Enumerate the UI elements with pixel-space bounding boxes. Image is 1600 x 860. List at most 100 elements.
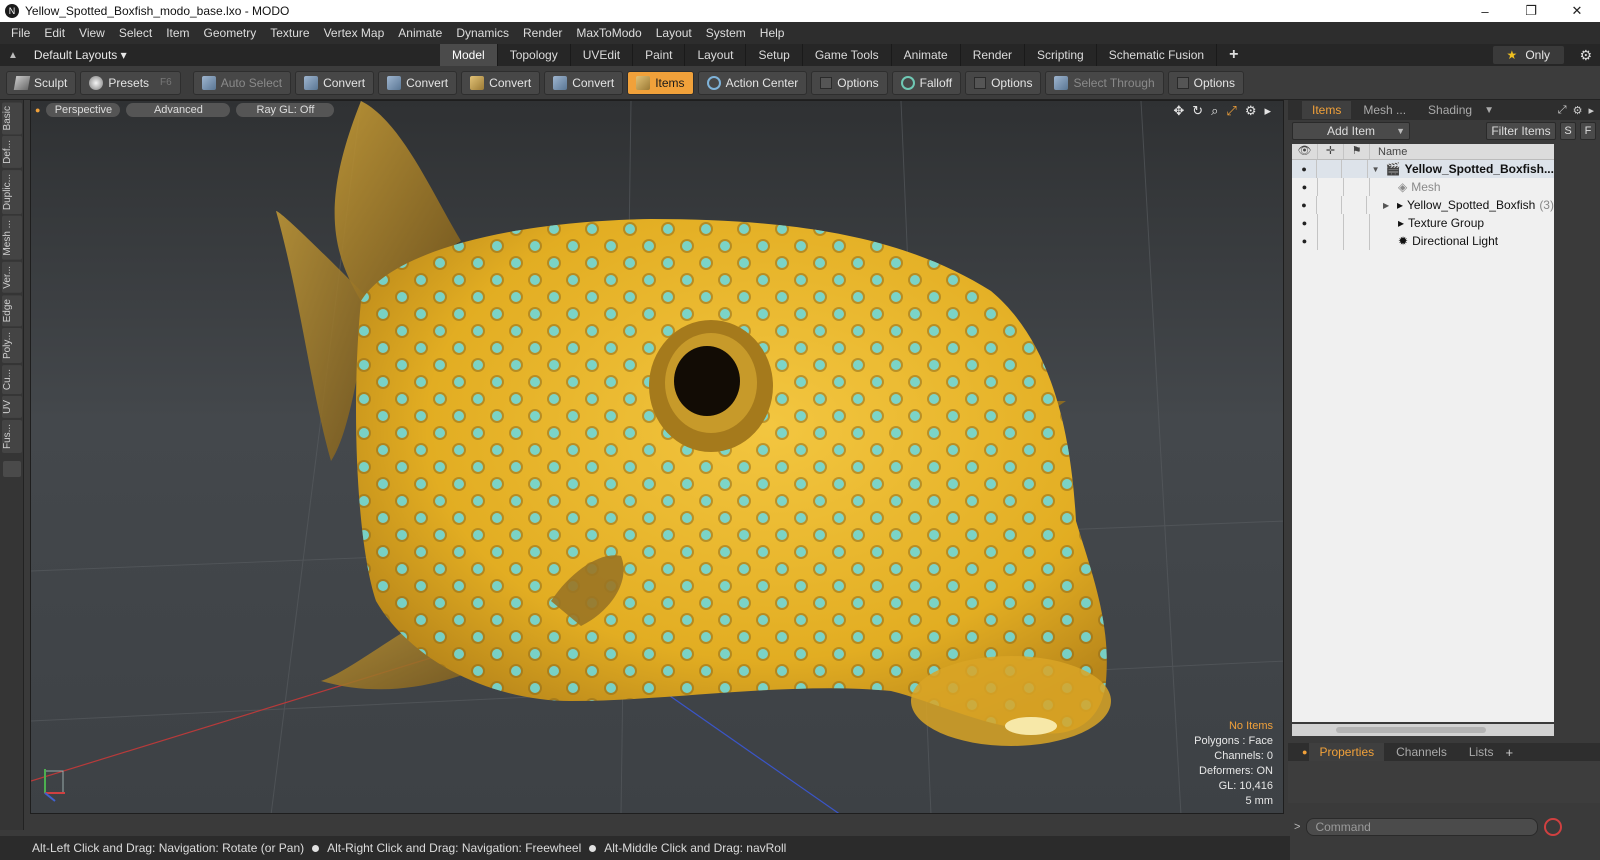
3d-viewport[interactable]: ● Perspective Advanced Ray GL: Off ✥ ↻ ⌕…: [30, 100, 1284, 814]
left-tab-fusion[interactable]: Fus...: [2, 420, 22, 454]
list-item[interactable]: ● ▶ ▸ Yellow_Spotted_Boxfish (3): [1292, 196, 1554, 214]
tab-uvedit[interactable]: UVEdit: [571, 44, 634, 66]
layouts-selector[interactable]: ▲ Default Layouts ▾: [0, 48, 440, 62]
tab-paint[interactable]: Paint: [633, 44, 686, 66]
menu-system[interactable]: System: [699, 26, 753, 40]
collapse-triangle-icon[interactable]: ▼: [1372, 165, 1382, 174]
name-column-header[interactable]: Name: [1370, 146, 1407, 158]
expand-arrow-icon[interactable]: ▸: [1264, 103, 1271, 119]
panel-maximize-icon[interactable]: ⤢: [1558, 104, 1567, 117]
eye-icon[interactable]: ●: [1292, 160, 1318, 178]
menu-select[interactable]: Select: [112, 26, 159, 40]
left-tab-edge[interactable]: Edge: [2, 294, 22, 327]
left-tab-deform[interactable]: Def...: [2, 136, 22, 169]
gear-icon[interactable]: ⚙: [1579, 47, 1592, 64]
convert-polygons-button[interactable]: Convert: [461, 70, 541, 95]
layouts-label[interactable]: Default Layouts ▾: [34, 48, 127, 62]
expand-triangle-icon[interactable]: ▶: [1383, 201, 1393, 210]
left-tab-uv[interactable]: UV: [2, 396, 22, 419]
menu-render[interactable]: Render: [516, 26, 569, 40]
collapse-arrow-icon[interactable]: ▲: [8, 50, 18, 61]
add-item-button[interactable]: Add Item ▼: [1292, 122, 1410, 140]
left-tab-polygon[interactable]: Poly...: [2, 328, 22, 364]
add-tab-button[interactable]: +: [1217, 44, 1250, 66]
presets-button[interactable]: Presets F6: [80, 70, 181, 95]
items-mode-button[interactable]: Items: [627, 70, 694, 95]
filter-items-button[interactable]: Filter Items: [1486, 122, 1556, 140]
tab-topology[interactable]: Topology: [498, 44, 571, 66]
auto-select-button[interactable]: Auto Select: [192, 70, 292, 95]
tab-setup[interactable]: Setup: [746, 44, 803, 66]
tab-lists[interactable]: Lists: [1459, 743, 1504, 761]
maximize-icon[interactable]: ⤢: [1226, 103, 1236, 119]
list-item[interactable]: ● ◈ Mesh: [1292, 178, 1554, 196]
list-item[interactable]: ● ▼ 🎬 Yellow_Spotted_Boxfish...: [1292, 160, 1554, 178]
command-input[interactable]: Command: [1306, 818, 1539, 836]
action-center-options-button[interactable]: Options: [811, 70, 888, 95]
f-button[interactable]: F: [1580, 122, 1596, 140]
panel-expand-icon[interactable]: ▸: [1588, 104, 1594, 117]
menu-file[interactable]: File: [4, 26, 37, 40]
menu-edit[interactable]: Edit: [37, 26, 72, 40]
panel-menu-dot[interactable]: ●: [1302, 747, 1307, 757]
item-list-scrollbar[interactable]: [1292, 724, 1554, 736]
minimize-button[interactable]: –: [1462, 0, 1508, 22]
tab-mesh[interactable]: Mesh ...: [1353, 101, 1416, 119]
shading-dropdown[interactable]: Advanced: [126, 103, 231, 117]
pan-icon[interactable]: ✥: [1173, 103, 1184, 119]
eye-icon[interactable]: ●: [1292, 232, 1318, 250]
tab-items[interactable]: Items: [1302, 101, 1352, 119]
tab-game-tools[interactable]: Game Tools: [803, 44, 892, 66]
eye-icon[interactable]: ●: [1292, 214, 1318, 232]
tab-scripting[interactable]: Scripting: [1025, 44, 1097, 66]
menu-dynamics[interactable]: Dynamics: [449, 26, 516, 40]
only-toggle[interactable]: ★ Only: [1492, 46, 1564, 64]
raygl-dropdown[interactable]: Ray GL: Off: [236, 103, 335, 117]
viewport-settings-gear-icon[interactable]: ⚙: [1245, 103, 1257, 119]
falloff-options-button[interactable]: Options: [965, 70, 1042, 95]
render-header-icon[interactable]: ⚑: [1344, 144, 1370, 159]
tab-animate[interactable]: Animate: [892, 44, 961, 66]
left-tab-curve[interactable]: Cu...: [2, 365, 22, 395]
action-center-button[interactable]: Action Center: [697, 70, 808, 95]
view-mode-dropdown[interactable]: Perspective: [46, 103, 121, 117]
add-panel-tab-button[interactable]: +: [1506, 745, 1514, 760]
panel-gear-icon[interactable]: ⚙: [1573, 104, 1583, 117]
menu-item[interactable]: Item: [159, 26, 196, 40]
zoom-icon[interactable]: ⌕: [1211, 103, 1218, 119]
tab-properties[interactable]: Properties: [1309, 743, 1385, 761]
menu-animate[interactable]: Animate: [391, 26, 449, 40]
tab-layout[interactable]: Layout: [685, 44, 747, 66]
list-item[interactable]: ● ✹ Directional Light: [1292, 232, 1554, 250]
record-macro-button[interactable]: [1544, 818, 1563, 836]
left-panel-toggle[interactable]: [3, 461, 21, 478]
menu-help[interactable]: Help: [753, 26, 792, 40]
rotate-icon[interactable]: ↻: [1192, 103, 1203, 119]
convert-vertices-button[interactable]: Convert: [295, 70, 375, 95]
tab-render[interactable]: Render: [961, 44, 1026, 66]
eye-icon[interactable]: ●: [1292, 178, 1318, 196]
eye-icon[interactable]: ●: [1292, 196, 1317, 214]
falloff-button[interactable]: Falloff: [891, 70, 962, 95]
tab-channels[interactable]: Channels: [1386, 743, 1457, 761]
panel-dropdown-icon[interactable]: ▼: [1484, 105, 1494, 116]
s-button[interactable]: S: [1560, 122, 1576, 140]
tab-model[interactable]: Model: [440, 44, 498, 66]
left-tab-mesh[interactable]: Mesh ...: [2, 216, 22, 261]
visibility-header-eye-icon[interactable]: 👁: [1292, 144, 1318, 159]
viewport-menu-dot[interactable]: ●: [35, 105, 40, 115]
left-tab-duplicate[interactable]: Duplic...: [2, 170, 22, 215]
left-tab-basic[interactable]: Basic: [2, 102, 22, 135]
convert-materials-button[interactable]: Convert: [544, 70, 624, 95]
select-through-options-button[interactable]: Options: [1167, 70, 1244, 95]
convert-edges-button[interactable]: Convert: [378, 70, 458, 95]
lock-header-icon[interactable]: ✛: [1318, 144, 1344, 159]
select-through-button[interactable]: Select Through: [1045, 70, 1164, 95]
tab-shading[interactable]: Shading: [1418, 101, 1482, 119]
sculpt-button[interactable]: Sculpt: [6, 70, 77, 95]
restore-button[interactable]: ❐: [1508, 0, 1554, 22]
menu-maxtomodo[interactable]: MaxToModo: [569, 26, 648, 40]
menu-layout[interactable]: Layout: [649, 26, 699, 40]
list-item[interactable]: ● ▸ Texture Group: [1292, 214, 1554, 232]
menu-vertex-map[interactable]: Vertex Map: [317, 26, 392, 40]
